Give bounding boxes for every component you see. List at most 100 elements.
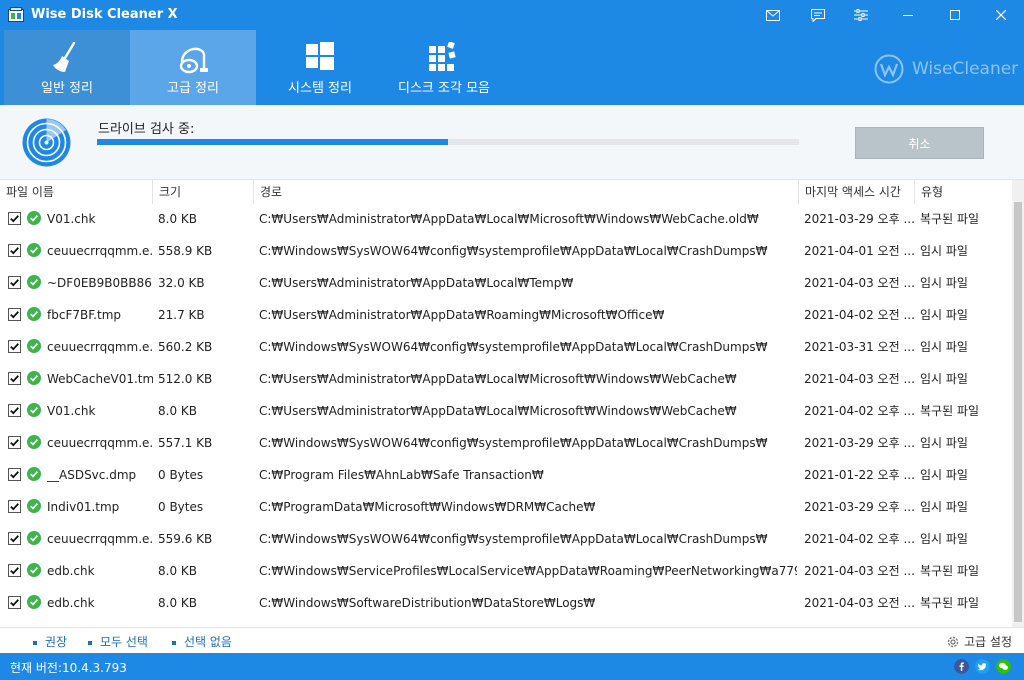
- windows-icon: [306, 42, 334, 70]
- advanced-settings-link[interactable]: 고급 설정: [946, 633, 1012, 650]
- scrollbar-thumb[interactable]: [1014, 202, 1022, 622]
- select-none-link[interactable]: 선택 없음: [172, 633, 232, 650]
- table-row[interactable]: edb.chk 8.0 KB C:₩Windows₩SoftwareDistribu…: [0, 587, 1012, 619]
- feedback-button[interactable]: [795, 0, 841, 30]
- tab-advanced-cleaner[interactable]: 고급 정리: [130, 30, 256, 105]
- table-row[interactable]: __ASDSvc.dmp 0 Bytes C:₩Program Files₩AhnL…: [0, 459, 1012, 491]
- file-size-cell: 8.0 KB: [158, 404, 197, 418]
- radar-scan-icon: [22, 118, 71, 167]
- maximize-button[interactable]: [932, 0, 978, 30]
- feedback-icon: [811, 8, 825, 22]
- mail-button[interactable]: [750, 0, 796, 30]
- table-row[interactable]: V01.chk 8.0 KB C:₩Users₩Administrator₩AppD…: [0, 395, 1012, 427]
- file-size-cell: 21.7 KB: [158, 308, 205, 322]
- table-row[interactable]: fbcF7BF.tmp 21.7 KB C:₩Users₩Administrator…: [0, 299, 1012, 331]
- file-path-cell: C:₩Users₩Administrator₩AppData₩Local₩Mic…: [259, 212, 759, 226]
- last-access-cell: 2021-04-01 오전 ...: [804, 244, 914, 258]
- scan-status-panel: 드라이브 검사 중: 취소: [0, 105, 1024, 180]
- skin-settings-button[interactable]: [838, 0, 884, 30]
- tab-disk-defrag[interactable]: 디스크 조각 모음: [384, 30, 504, 105]
- bullet-icon: [172, 640, 176, 645]
- checkmark-icon: [10, 311, 19, 319]
- table-row[interactable]: ceuuecrrqqmm.e... 559.6 KB C:₩Windows₩SysW…: [0, 523, 1012, 555]
- column-header-file-name[interactable]: 파일 이름: [0, 180, 153, 204]
- column-header-last-access[interactable]: 마지막 액세스 시간: [799, 180, 915, 204]
- close-button[interactable]: [978, 0, 1024, 30]
- row-checkbox[interactable]: [8, 212, 21, 225]
- facebook-icon[interactable]: [954, 659, 969, 674]
- table-row[interactable]: edb.chk 8.0 KB C:₩Windows₩ServiceProfiles₩…: [0, 555, 1012, 587]
- last-access-cell: 2021-04-02 오후 ...: [804, 532, 914, 546]
- table-row[interactable]: V01.chk 8.0 KB C:₩Users₩Administrator₩AppD…: [0, 203, 1012, 235]
- wechat-icon[interactable]: [996, 659, 1011, 674]
- column-header-type[interactable]: 유형: [915, 180, 1012, 204]
- recommended-link[interactable]: 권장: [33, 633, 67, 650]
- check-circle-icon: [29, 502, 39, 510]
- file-table-header: 파일 이름 크기 경로 마지막 액세스 시간 유형: [0, 180, 1012, 204]
- check-circle-icon: [29, 438, 39, 446]
- checkmark-icon: [10, 471, 19, 479]
- column-header-size[interactable]: 크기: [153, 180, 254, 204]
- mail-icon: [766, 9, 780, 21]
- row-checkbox[interactable]: [8, 564, 21, 577]
- row-checkbox[interactable]: [8, 308, 21, 321]
- tab-system-tuneup[interactable]: 시스템 정리: [256, 30, 384, 105]
- row-checkbox[interactable]: [8, 276, 21, 289]
- column-header-path[interactable]: 경로: [254, 180, 799, 204]
- table-row[interactable]: ceuuecrrqqmm.e... 558.9 KB C:₩Windows₩SysW…: [0, 235, 1012, 267]
- wisecleaner-brand[interactable]: WiseCleaner: [874, 54, 1018, 84]
- checkmark-icon: [10, 439, 19, 447]
- checkmark-icon: [10, 535, 19, 543]
- selection-footer: 권장 모두 선택 선택 없음 고급 설정: [0, 627, 1024, 653]
- status-ok-icon: [27, 403, 41, 417]
- last-access-cell: 2021-03-29 오후 ...: [804, 436, 914, 450]
- file-size-cell: 557.1 KB: [158, 436, 213, 450]
- status-ok-icon: [27, 595, 41, 609]
- check-circle-icon: [29, 310, 39, 318]
- last-access-cell: 2021-03-29 오후 ...: [804, 500, 914, 514]
- maximize-icon: [950, 10, 960, 20]
- table-row[interactable]: Indiv01.tmp 0 Bytes C:₩ProgramData₩Microso…: [0, 491, 1012, 523]
- status-ok-icon: [27, 531, 41, 545]
- minimize-icon: [903, 15, 913, 16]
- last-access-cell: 2021-03-31 오전 ...: [804, 340, 914, 354]
- cancel-button[interactable]: 취소: [855, 127, 984, 159]
- minimize-button[interactable]: [885, 0, 931, 30]
- row-checkbox[interactable]: [8, 436, 21, 449]
- row-checkbox[interactable]: [8, 468, 21, 481]
- row-checkbox[interactable]: [8, 244, 21, 257]
- brand-name: WiseCleaner: [912, 59, 1019, 79]
- row-checkbox[interactable]: [8, 596, 21, 609]
- bullet-icon: [33, 640, 37, 645]
- status-ok-icon: [27, 435, 41, 449]
- twitter-icon[interactable]: [975, 659, 990, 674]
- status-bar: 현재 버전:10.4.3.793: [0, 653, 1024, 680]
- file-name-cell: Indiv01.tmp: [47, 500, 120, 514]
- row-checkbox[interactable]: [8, 372, 21, 385]
- defrag-icon: [429, 42, 456, 71]
- status-ok-icon: [27, 563, 41, 577]
- vacuum-icon: [179, 47, 208, 74]
- row-checkbox[interactable]: [8, 404, 21, 417]
- row-checkbox[interactable]: [8, 532, 21, 545]
- table-row[interactable]: ceuuecrrqqmm.e... 557.1 KB C:₩Windows₩SysW…: [0, 427, 1012, 459]
- status-ok-icon: [27, 499, 41, 513]
- file-name-cell: fbcF7BF.tmp: [47, 308, 122, 322]
- table-scrollbar[interactable]: [1012, 180, 1024, 628]
- check-circle-icon: [29, 342, 39, 350]
- check-circle-icon: [29, 598, 39, 606]
- status-ok-icon: [27, 243, 41, 257]
- file-size-cell: 512.0 KB: [158, 372, 213, 386]
- table-row[interactable]: WebCacheV01.tmp 512.0 KB C:₩Users₩Administ…: [0, 363, 1012, 395]
- table-row[interactable]: ceuuecrrqqmm.e... 560.2 KB C:₩Windows₩SysW…: [0, 331, 1012, 363]
- last-access-cell: 2021-03-29 오후 ...: [804, 212, 914, 226]
- tab-common-cleaner[interactable]: 일반 정리: [4, 30, 130, 105]
- last-access-cell: 2021-04-02 오후 ...: [804, 404, 914, 418]
- row-checkbox[interactable]: [8, 500, 21, 513]
- row-checkbox[interactable]: [8, 340, 21, 353]
- table-row[interactable]: ~DF0EB9B0BB86... 32.0 KB C:₩Users₩Administ…: [0, 267, 1012, 299]
- close-icon: [996, 10, 1006, 20]
- version-label: 현재 버전:10.4.3.793: [10, 661, 127, 675]
- select-all-link[interactable]: 모두 선택: [88, 633, 148, 650]
- file-name-cell: WebCacheV01.tmp: [47, 372, 153, 386]
